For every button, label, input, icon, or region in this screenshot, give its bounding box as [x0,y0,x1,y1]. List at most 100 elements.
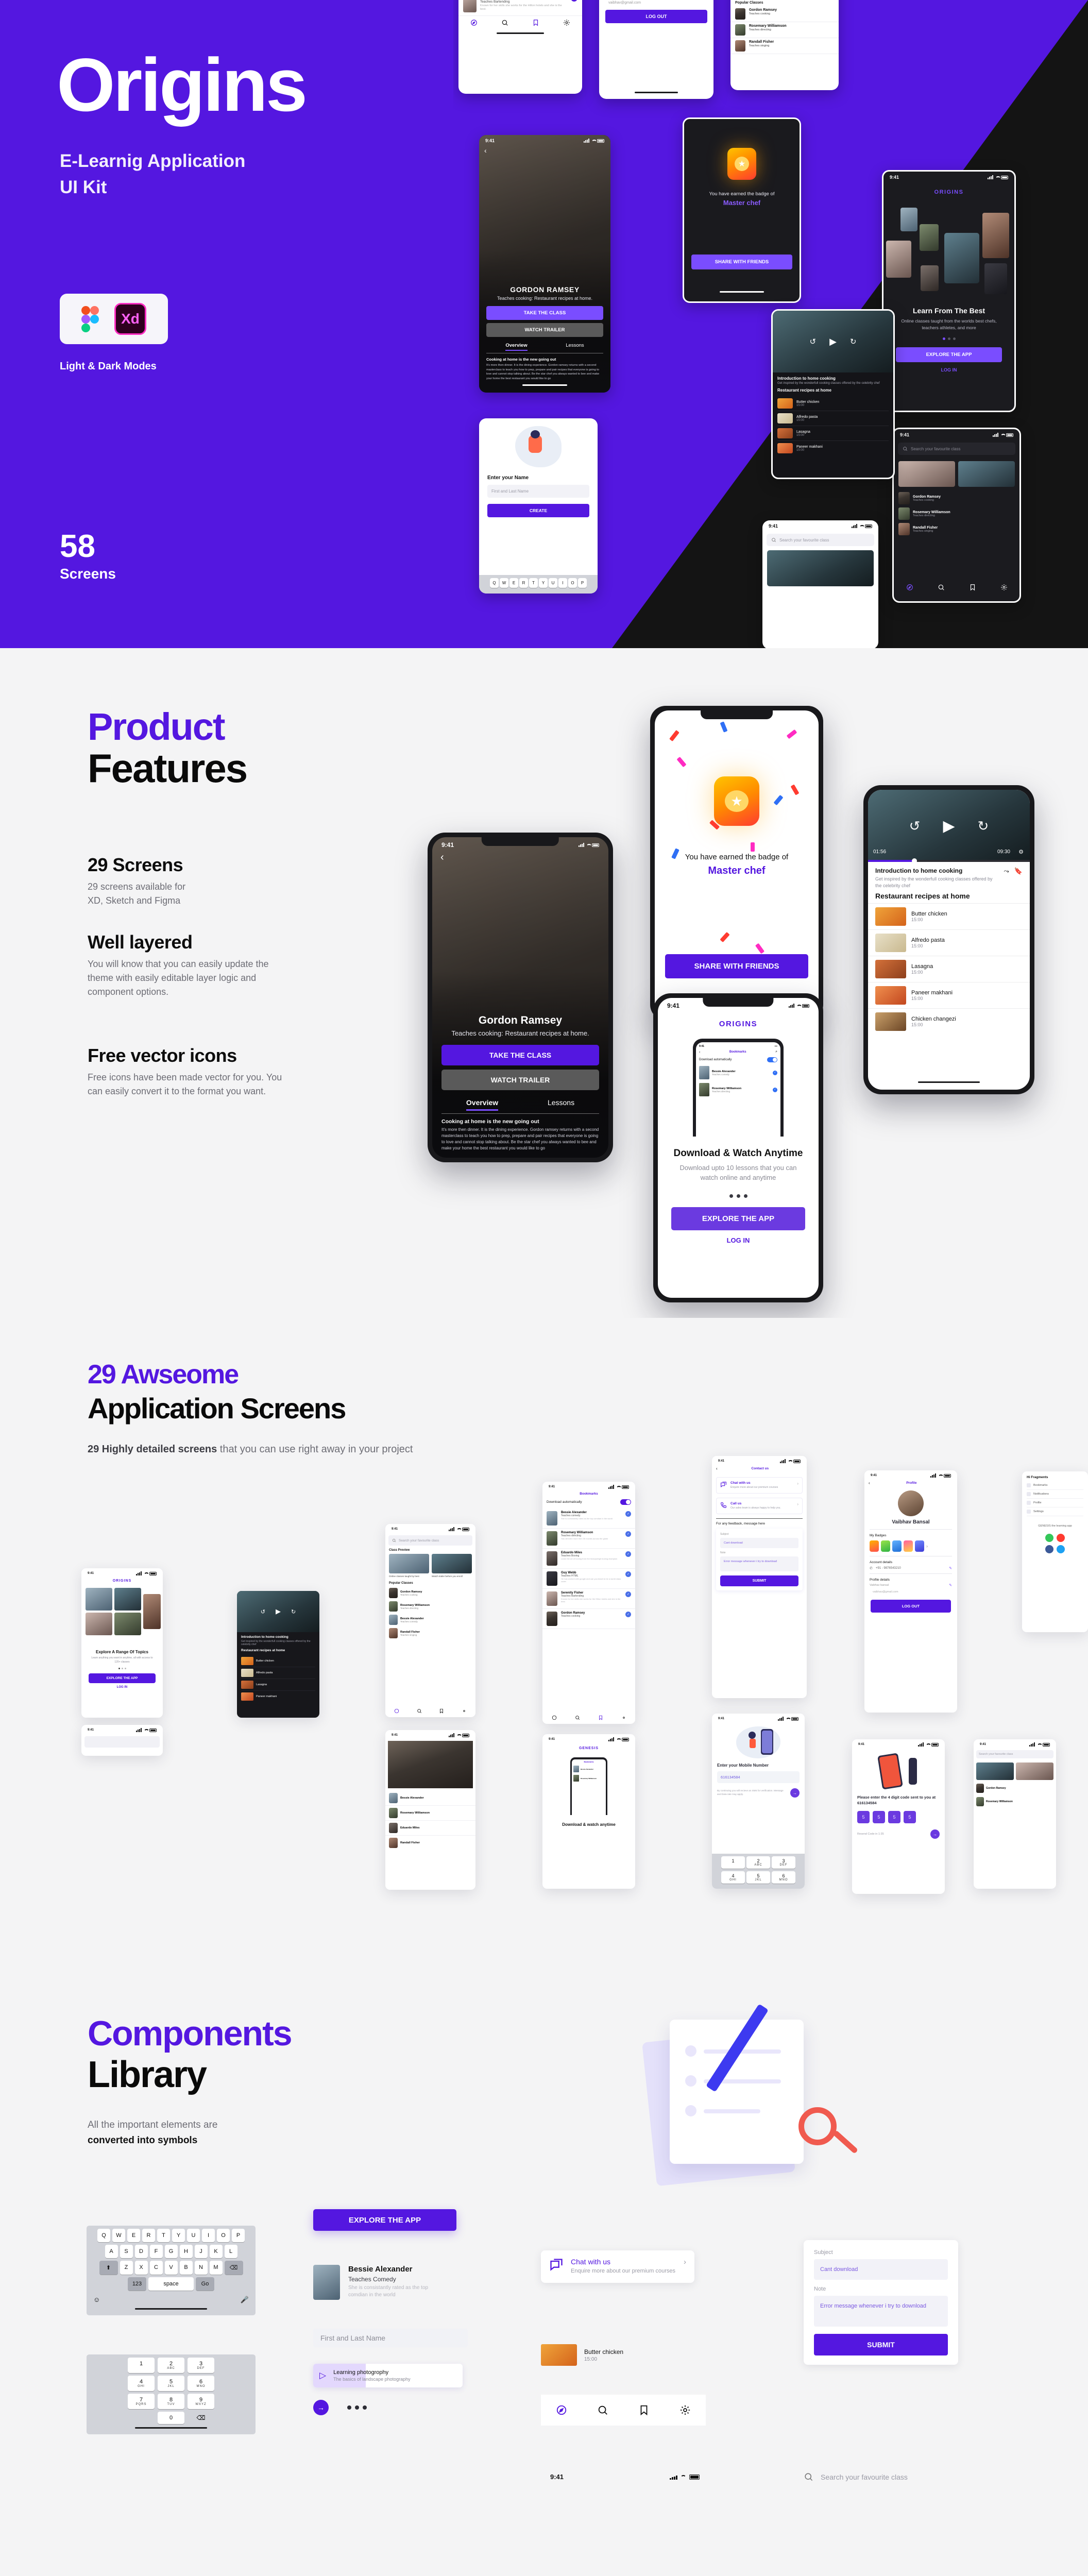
bookmark-icon[interactable] [439,1708,444,1714]
list-item[interactable]: Randall Fisher Teaches singing [730,38,839,54]
download-toggle[interactable] [767,1057,777,1062]
progress-card[interactable]: ▷ Learning photogrophy The basics of lan… [313,2364,463,2387]
name-input[interactable]: First and Last Name [487,485,589,498]
key-6[interactable]: 6 MNO [772,1871,795,1884]
list-item[interactable]: Gordon Ramsey Teaches cooking [898,492,1015,504]
list-item[interactable]: Gordon Ramsey Teaches cooking [730,6,839,22]
share-button[interactable]: SHARE WITH FRIENDS [665,954,808,978]
create-button[interactable]: CREATE [487,504,589,517]
menu-item[interactable]: Settings [1033,1510,1044,1513]
search-icon[interactable] [575,1715,580,1720]
subject-input[interactable]: Cant download [814,2259,948,2280]
key-7[interactable]: 7 PQRS [128,2394,155,2409]
search-icon[interactable] [597,2404,608,2416]
gear-icon[interactable]: ⚙ [1018,849,1024,855]
bookmark-icon[interactable] [969,584,976,591]
login-link[interactable]: LOG IN [658,1236,819,1244]
bookmark-icon[interactable]: 🔖 [1014,867,1023,875]
compass-icon[interactable] [906,584,913,591]
key-l[interactable]: L [224,2245,237,2258]
key-9[interactable]: 9 WXYZ [188,2394,214,2409]
play-icon[interactable]: ▶ [943,817,955,835]
key-j[interactable]: J [194,2245,208,2258]
check-icon[interactable]: ✓ [625,1591,631,1597]
search-input[interactable]: Search your favourite class [388,1535,472,1546]
submit-button[interactable]: SUBMIT [720,1575,798,1586]
note-input[interactable]: Error message whenever i try to download [720,1556,798,1571]
explore-button[interactable]: EXPLORE THE APP [89,1673,156,1683]
key-g[interactable]: G [164,2245,178,2258]
watch-trailer-button[interactable]: WATCH TRAILER [486,323,603,337]
progress-bar[interactable] [868,858,1030,863]
table-row[interactable]: Eduardo Miles Teaches Boxing Learn the a… [542,1549,635,1569]
tab-bar[interactable] [458,16,582,29]
key-k[interactable]: K [209,2245,223,2258]
login-link[interactable]: LOG IN [883,367,1014,372]
key-y[interactable]: Y [172,2229,185,2242]
watch-trailer-button[interactable]: WATCH TRAILER [441,1070,599,1090]
list-item[interactable]: Alfredo pasta 15:00 [868,930,1030,957]
check-icon[interactable]: ✓ [773,1087,777,1092]
backspace-icon[interactable]: ⌫ [188,2412,214,2424]
check-icon[interactable]: ✓ [625,1511,631,1517]
list-item[interactable]: Butter chicken 15:00 [777,396,889,411]
whatsapp-icon[interactable] [1045,1533,1053,1542]
play-icon[interactable]: ▶ [276,1607,281,1616]
search-icon[interactable] [417,1708,422,1714]
submit-button[interactable]: SUBMIT [814,2334,948,2355]
table-row[interactable]: Rosemary Williamson Teaches directing Ha… [542,1529,635,1549]
key-4[interactable]: 4 GHI [721,1871,745,1884]
chevron-right-icon[interactable]: › [797,1481,798,1486]
gear-icon[interactable] [563,19,570,26]
search-icon[interactable] [938,584,945,591]
key-t[interactable]: T [157,2229,170,2242]
explore-button[interactable]: EXPLORE THE APP [671,1207,805,1230]
key-5[interactable]: 5 JKL [158,2376,184,2391]
go-key[interactable]: Go [196,2277,214,2291]
next-button[interactable]: → [790,1788,800,1798]
compass-icon[interactable] [552,1715,557,1720]
check-icon[interactable]: ✓ [773,1070,777,1075]
note-input[interactable]: Error message whenever i try to download [814,2296,948,2327]
skip-back-icon[interactable]: ↺ [261,1608,265,1615]
skip-forward-icon[interactable]: ↻ [850,337,857,346]
key-r[interactable]: R [142,2229,155,2242]
explore-button[interactable]: EXPLORE THE APP [896,347,1002,362]
otp-digit[interactable]: 5 [857,1811,870,1823]
facebook-icon[interactable] [1045,1545,1053,1553]
key-1[interactable]: 1 [721,1856,745,1869]
gear-icon[interactable] [679,2404,691,2416]
bookmark-icon[interactable] [638,2404,650,2416]
key-1[interactable]: 1 [128,2358,155,2373]
logout-button[interactable]: LOG OUT [605,10,707,23]
bookmark-icon[interactable] [598,1715,603,1720]
check-icon[interactable]: ✓ [625,1612,631,1617]
tab-lessons[interactable]: Lessons [548,1098,574,1111]
tab-lessons[interactable]: Lessons [566,343,584,351]
gear-icon[interactable] [462,1708,467,1714]
key-q[interactable]: Q [97,2229,110,2242]
lesson-row-component[interactable]: Butter chicken 15:00 [541,2344,623,2366]
list-item[interactable]: Lasagna 15:00 [868,956,1030,983]
chat-card-component[interactable]: Chat with us Enquire more about our prem… [541,2250,694,2283]
download-toggle[interactable] [620,1499,631,1505]
skip-forward-icon[interactable]: ↻ [291,1608,296,1615]
key-i[interactable]: I [202,2229,215,2242]
key-3[interactable]: 3 DEF [772,1856,795,1869]
take-class-button[interactable]: TAKE THE CLASS [486,306,603,320]
table-row[interactable]: Guy Webb Teaches HTML He has worked with… [542,1569,635,1589]
tab-overview[interactable]: Overview [466,1098,499,1111]
key-8[interactable]: 8 TUV [158,2394,184,2409]
share-button[interactable]: SHARE WITH FRIENDS [691,255,792,269]
key-e[interactable]: E [127,2229,140,2242]
keyboard-alpha[interactable]: Q W E R T Y U I O P A S D F G H J K L ⬆ … [87,2226,256,2315]
table-row[interactable]: Serenity Fisher Teaches Bartending Known… [542,1589,635,1609]
key-o[interactable]: O [217,2229,230,2242]
play-icon[interactable]: ▷ [319,2370,326,2381]
list-item[interactable]: Paneer makhani 15:00 [868,982,1030,1009]
name-text-field[interactable]: First and Last Name [313,2329,468,2347]
explore-app-button[interactable]: EXPLORE THE APP [313,2209,456,2231]
space-key[interactable]: space [148,2277,194,2291]
list-item[interactable]: Rosemary Williamson Teaches directing [898,507,1015,520]
key-0[interactable]: 0 [158,2412,184,2424]
